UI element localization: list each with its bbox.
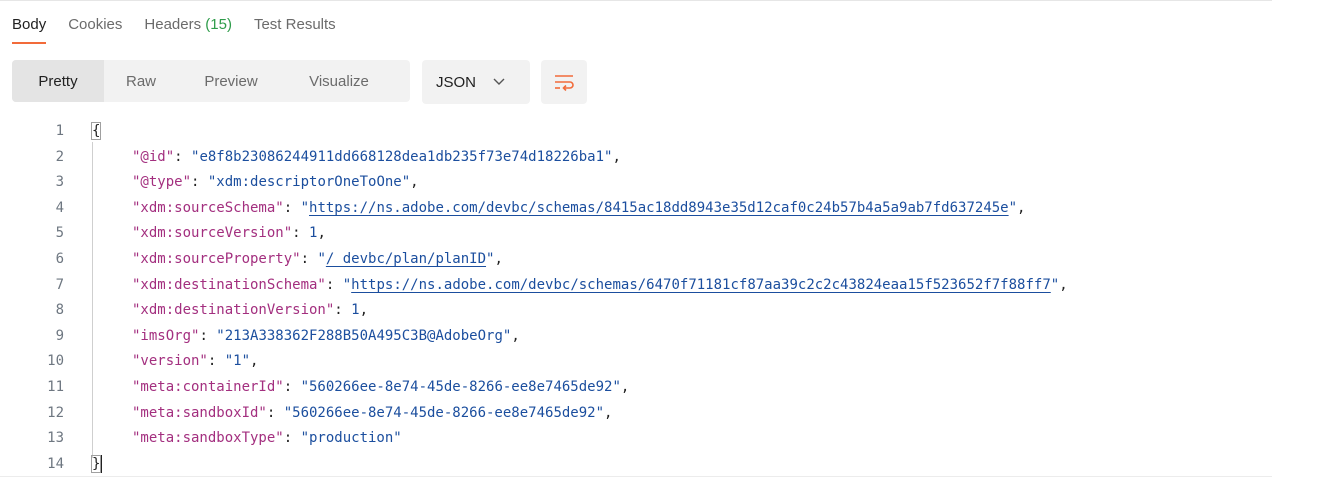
line-number: 4 (55, 199, 64, 216)
code-line: 13 "meta:sandboxType": "production" (0, 426, 1272, 452)
json-key: "xdm:destinationSchema" (132, 276, 326, 293)
wrap-lines-button[interactable] (541, 60, 587, 104)
line-number: 2 (55, 148, 64, 165)
code-line: 1 { (0, 119, 1272, 145)
json-value: "560266ee-8e74-45de-8266-ee8e7465de92" (283, 404, 605, 421)
code-line: 8 "xdm:destinationVersion": 1, (0, 298, 1272, 324)
code-line: 5 "xdm:sourceVersion": 1, (0, 221, 1272, 247)
line-number: 1 (55, 123, 64, 139)
json-value: "xdm:descriptorOneToOne" (207, 174, 411, 191)
json-key: "xdm:sourceProperty" (132, 250, 301, 267)
json-value: "production" (300, 430, 402, 447)
line-number: 6 (55, 250, 64, 267)
destination-schema-link[interactable]: https://ns.adobe.com/devbc/schemas/6470f… (351, 277, 1051, 293)
code-line: 4 "xdm:sourceSchema": "https://ns.adobe.… (0, 196, 1272, 222)
code-line: 3 "@type": "xdm:descriptorOneToOne", (0, 170, 1272, 196)
json-key: "imsOrg" (132, 327, 200, 344)
line-number: 5 (55, 225, 64, 242)
text-cursor (101, 454, 103, 473)
line-number: 3 (55, 174, 64, 191)
response-body-editor[interactable]: 1 { 2 "@id": "e8f8b23086244911dd668128de… (0, 119, 1272, 477)
code-line: 7 "xdm:destinationSchema": "https://ns.a… (0, 273, 1272, 299)
code-line: 12 "meta:sandboxId": "560266ee-8e74-45de… (0, 401, 1272, 427)
divider (0, 0, 1272, 1)
json-value: 1 (351, 302, 360, 319)
json-value: "560266ee-8e74-45de-8266-ee8e7465de92" (300, 378, 621, 395)
format-dropdown[interactable]: JSON (422, 60, 530, 104)
tab-cookies-label: Cookies (68, 16, 123, 33)
code-line: 10 "version": "1", (0, 349, 1272, 375)
tab-headers-label: Headers (144, 16, 202, 33)
view-raw-button[interactable]: Raw (104, 60, 178, 102)
open-brace: { (90, 122, 102, 140)
json-key: "@id" (132, 148, 175, 165)
json-key: "xdm:sourceVersion" (132, 225, 293, 242)
view-pretty-button[interactable]: Pretty (12, 60, 104, 102)
line-number: 10 (47, 353, 64, 370)
code-line: 9 "imsOrg": "213A338362F288B50A495C3B@Ad… (0, 324, 1272, 350)
json-value: "e8f8b23086244911dd668128dea1db235f73e74… (191, 148, 613, 165)
json-key: "@type" (132, 174, 192, 191)
code-line: 11 "meta:containerId": "560266ee-8e74-45… (0, 375, 1272, 401)
code-line: 14 } (0, 452, 1272, 478)
json-key: "meta:sandboxId" (132, 404, 267, 421)
line-number: 8 (55, 302, 64, 319)
view-visualize-button[interactable]: Visualize (284, 60, 394, 102)
json-key: "version" (132, 353, 208, 370)
close-brace: } (90, 454, 102, 473)
chevron-down-icon (493, 78, 505, 85)
source-property-link[interactable]: /_devbc/plan/planID (326, 251, 486, 267)
tab-body[interactable]: Body (12, 14, 47, 44)
divider (0, 476, 1272, 477)
format-dropdown-label: JSON (436, 73, 477, 91)
view-pretty-label: Pretty (38, 72, 78, 90)
response-tabs: Body Cookies Headers (15) Test Results (12, 14, 358, 46)
code-line: 6 "xdm:sourceProperty": "/_devbc/plan/pl… (0, 247, 1272, 273)
json-key: "xdm:destinationVersion" (132, 302, 335, 319)
line-number: 14 (47, 455, 64, 472)
view-mode-selector: Pretty Raw Preview Visualize (12, 60, 410, 102)
tab-test-results-label: Test Results (253, 16, 336, 33)
json-value: "213A338362F288B50A495C3B@AdobeOrg" (216, 327, 512, 344)
json-key: "meta:sandboxType" (132, 430, 284, 447)
tab-test-results[interactable]: Test Results (254, 14, 336, 36)
view-preview-label: Preview (204, 72, 258, 90)
wrap-lines-icon (555, 75, 574, 91)
source-schema-link[interactable]: https://ns.adobe.com/devbc/schemas/8415a… (309, 200, 1009, 216)
line-number: 13 (47, 430, 64, 447)
headers-count-badge: (15) (205, 16, 232, 33)
json-key: "meta:containerId" (132, 378, 284, 395)
view-visualize-label: Visualize (309, 72, 369, 90)
view-raw-label: Raw (125, 72, 156, 90)
response-panel: Body Cookies Headers (15) Test Results P… (0, 0, 1272, 488)
line-number: 11 (47, 378, 64, 395)
line-number: 7 (55, 276, 64, 293)
tab-headers[interactable]: Headers (15) (144, 14, 232, 36)
json-value: "1" (224, 353, 251, 370)
line-number: 12 (47, 404, 64, 421)
view-preview-button[interactable]: Preview (178, 60, 284, 102)
line-number: 9 (55, 327, 64, 344)
code-line: 2 "@id": "e8f8b23086244911dd668128dea1db… (0, 145, 1272, 171)
json-key: "xdm:sourceSchema" (132, 199, 284, 216)
tab-cookies[interactable]: Cookies (68, 14, 122, 36)
tab-body-label: Body (12, 16, 47, 33)
